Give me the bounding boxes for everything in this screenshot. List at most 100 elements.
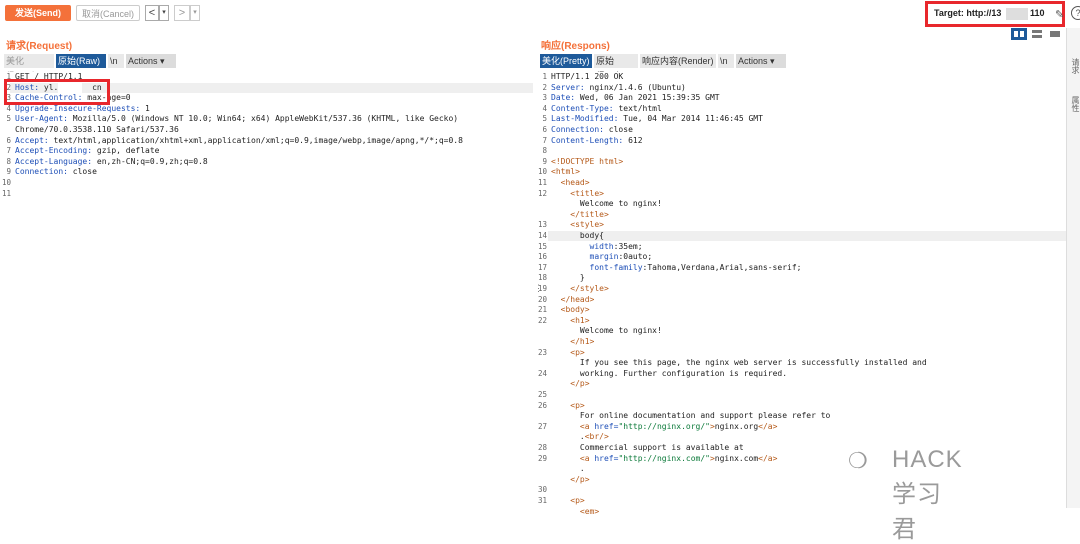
split-vertical-icon[interactable] bbox=[1029, 28, 1045, 40]
next-dropdown-button[interactable]: ▾ bbox=[190, 5, 200, 21]
code-line: 11 bbox=[0, 189, 533, 199]
prev-button[interactable]: < bbox=[145, 5, 159, 21]
line-content: Accept-Language: en,zh-CN;q=0.9,zh;q=0.8 bbox=[15, 157, 208, 167]
line-number: 11 bbox=[1, 188, 11, 198]
single-pane-icon[interactable] bbox=[1047, 28, 1063, 40]
header-value: gzip, deflate bbox=[92, 146, 160, 156]
line-number: 10 bbox=[1, 178, 11, 187]
text-node: working. Further configuration is requir… bbox=[579, 368, 788, 378]
line-content: <title> bbox=[551, 189, 604, 199]
line-content: margin:0auto; bbox=[551, 252, 653, 262]
line-number: 30 bbox=[538, 485, 548, 495]
pencil-icon[interactable]: ✎ bbox=[1055, 8, 1064, 21]
text-node: nginx.com bbox=[714, 453, 759, 463]
html-tag: <head> bbox=[560, 178, 590, 187]
code-line: </h1> bbox=[538, 337, 1066, 347]
line-content: body{ bbox=[551, 231, 604, 241]
line-number: 1 bbox=[542, 72, 547, 81]
header-name: width bbox=[589, 241, 614, 251]
line-number: 14 bbox=[538, 231, 548, 240]
line-content: <p> bbox=[551, 347, 585, 358]
next-button[interactable]: > bbox=[174, 5, 190, 21]
line-content: </style> bbox=[551, 284, 609, 294]
send-button[interactable]: 发送(Send) bbox=[5, 5, 71, 21]
rail-tab-attributes[interactable]: 属性 bbox=[1070, 96, 1080, 112]
header-value: text/html,application/xhtml+xml,applicat… bbox=[48, 135, 463, 145]
header-name: Last-Modified: bbox=[551, 114, 619, 124]
header-value: 1 bbox=[140, 103, 150, 113]
line-number: 24 bbox=[538, 368, 548, 378]
target-redaction bbox=[1006, 8, 1028, 20]
line-content: </p> bbox=[551, 475, 589, 485]
line-content: <em> bbox=[551, 507, 599, 517]
cancel-button[interactable]: 取消(Cancel) bbox=[76, 5, 140, 21]
html-tag: </a> bbox=[758, 453, 778, 463]
line-content: Connection: close bbox=[551, 125, 633, 135]
rail-tab-request[interactable]: 请求 bbox=[1070, 58, 1080, 74]
code-line: 9 Connection: close bbox=[0, 167, 533, 177]
prev-dropdown-button[interactable]: ▾ bbox=[159, 5, 169, 21]
response-tab-newline[interactable]: \n bbox=[718, 54, 734, 68]
line-content: Last-Modified: Tue, 04 Mar 2014 11:46:45… bbox=[551, 114, 763, 124]
header-value: close bbox=[603, 125, 633, 134]
line-number: 5 bbox=[6, 114, 11, 124]
line-content: <h1> bbox=[551, 315, 590, 326]
request-tab-pretty[interactable]: 美化(Pretty) bbox=[4, 54, 54, 80]
response-actions-button[interactable]: Actions ▾ bbox=[736, 54, 786, 68]
html-attr: href= bbox=[594, 421, 619, 431]
target-suffix[interactable]: 110 bbox=[1030, 8, 1045, 18]
code-line: 9 <!DOCTYPE html> bbox=[538, 157, 1066, 167]
line-content: Commercial support is available at bbox=[551, 443, 744, 453]
line-content: } bbox=[551, 273, 585, 283]
header-value: text/html bbox=[613, 103, 662, 113]
line-content: For online documentation and support ple… bbox=[551, 411, 830, 421]
text-node: } bbox=[579, 273, 585, 283]
html-tag: <h1> bbox=[570, 315, 590, 325]
html-tag: <p> bbox=[570, 400, 585, 410]
split-horizontal-icon[interactable] bbox=[1011, 28, 1027, 40]
code-line: 5 Last-Modified: Tue, 04 Mar 2014 11:46:4… bbox=[538, 114, 1066, 124]
header-name: Connection: bbox=[15, 167, 68, 177]
response-editor[interactable]: 1 HTTP/1.1 200 OK 2 Server: nginx/1.4.6 (Ub… bbox=[538, 72, 1066, 516]
header-name: Accept-Language: bbox=[15, 156, 93, 166]
code-line: 29 <a href="http://nginx.com/">nginx.com… bbox=[538, 454, 1066, 464]
help-icon[interactable]: ? bbox=[1071, 6, 1080, 20]
line-content: </p> bbox=[551, 379, 589, 389]
html-tag: <p> bbox=[570, 347, 585, 357]
response-tab-pretty[interactable]: 美化(Pretty) bbox=[540, 54, 592, 68]
target-label[interactable]: Target: http://13 bbox=[934, 8, 1001, 18]
code-line: 7 Content-Length: 612 bbox=[538, 136, 1066, 146]
request-tab-newline[interactable]: \n bbox=[108, 54, 124, 68]
request-actions-button[interactable]: Actions ▾ bbox=[126, 54, 176, 68]
response-tab-render[interactable]: 响应内容(Render) bbox=[640, 54, 716, 68]
header-value: Mozilla/5.0 (Windows NT 10.0; Win64; x64… bbox=[67, 114, 459, 124]
request-editor[interactable]: 1 GET / HTTP/1.1 2 Host: yl., cn 3 Cache-Cont… bbox=[0, 72, 533, 508]
code-line: 30 bbox=[538, 485, 1066, 495]
line-content: <p> bbox=[551, 496, 584, 506]
line-content: <body> bbox=[551, 305, 590, 315]
response-tab-raw[interactable]: 原始(Raw) bbox=[594, 54, 638, 80]
line-number: 7 bbox=[542, 135, 547, 145]
pane-resize-handle[interactable]: ⋮ bbox=[534, 283, 543, 294]
code-line: 22 <h1> bbox=[538, 316, 1066, 326]
line-content: width:35em; bbox=[551, 242, 643, 252]
line-number: 22 bbox=[538, 315, 548, 325]
code-line: 23 <p> bbox=[538, 348, 1066, 358]
request-tab-raw[interactable]: 原始(Raw) bbox=[56, 54, 106, 68]
line-number: 8 bbox=[542, 146, 547, 156]
wechat-icon: ❍ bbox=[848, 448, 868, 473]
text-node: For online documentation and support ple… bbox=[579, 411, 831, 421]
line-highlight bbox=[548, 231, 1066, 241]
